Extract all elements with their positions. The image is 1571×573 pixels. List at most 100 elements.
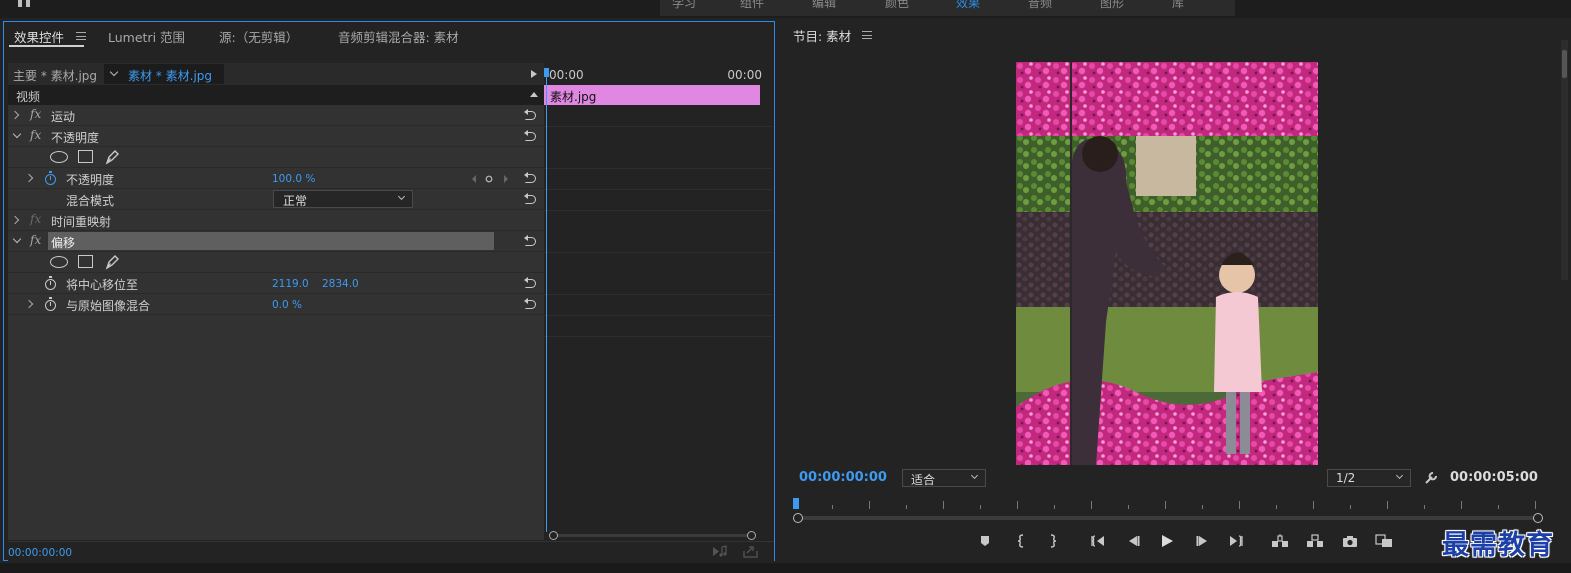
timeline-zoom-scrollbar[interactable]: [549, 531, 756, 540]
comparison-view-button[interactable]: [1373, 531, 1395, 551]
reset-icon[interactable]: [524, 276, 537, 289]
workspace-tab-libraries[interactable]: 库: [1172, 0, 1184, 11]
stopwatch-icon[interactable]: [45, 297, 56, 311]
fx-badge-icon[interactable]: fx: [30, 233, 41, 247]
program-monitor-scrollbar[interactable]: [1561, 40, 1568, 280]
reset-icon[interactable]: [524, 129, 537, 142]
playback-resolution-select[interactable]: 1/2: [1327, 469, 1411, 487]
step-back-button[interactable]: [1122, 531, 1144, 551]
scroll-handle-right[interactable]: [747, 531, 756, 540]
pen-mask-icon[interactable]: [104, 254, 120, 270]
play-only-clip-audio-icon[interactable]: [531, 70, 537, 78]
workspace-tab-editing[interactable]: 编辑: [812, 0, 836, 11]
expand-chevron-icon[interactable]: [10, 215, 20, 225]
keyframe-navigator[interactable]: [470, 174, 512, 184]
program-monitor-title[interactable]: 节目: 素材: [793, 26, 851, 45]
scroll-handle-left[interactable]: [549, 531, 558, 540]
pen-mask-icon[interactable]: [104, 149, 120, 165]
reset-icon[interactable]: [524, 297, 537, 310]
workspace-tab-effects[interactable]: 效果: [956, 0, 980, 11]
blend-with-original-value[interactable]: 0.0 %: [272, 299, 302, 311]
reset-icon[interactable]: [524, 234, 537, 247]
video-section-header[interactable]: 视频: [8, 85, 544, 105]
workspace-tab-assembly[interactable]: 组件: [740, 0, 764, 11]
go-to-out-icon: [1230, 535, 1243, 547]
play-audio-icon[interactable]: [712, 545, 728, 558]
footer-timecode[interactable]: 00:00:00:00: [8, 547, 72, 559]
export-frame-button[interactable]: [1339, 531, 1361, 551]
play-button[interactable]: [1156, 531, 1178, 551]
current-timecode[interactable]: 00:00:00:00: [799, 470, 887, 485]
go-to-in-button[interactable]: [1087, 531, 1109, 551]
effect-controls-footer: 00:00:00:00: [8, 541, 774, 561]
program-zoom-scrollbar[interactable]: [793, 513, 1543, 523]
workspace-tab-color[interactable]: 颜色: [885, 0, 909, 11]
expand-chevron-icon[interactable]: [24, 299, 34, 309]
workspace-tab-learn[interactable]: 学习: [672, 0, 696, 11]
timeline-clip[interactable]: 素材.jpg: [544, 85, 760, 105]
rectangle-mask-icon[interactable]: [78, 255, 93, 268]
expand-chevron-icon[interactable]: [24, 173, 34, 183]
opacity-param-row: 不透明度 100.0 %: [8, 168, 544, 189]
opacity-value[interactable]: 100.0 %: [272, 173, 315, 185]
workspace-tab-audio[interactable]: 音频: [1028, 0, 1052, 11]
offset-mask-tools-row: [8, 252, 544, 273]
workspace-tab-graphics[interactable]: 图形: [1100, 0, 1124, 11]
panel-menu-icon[interactable]: [76, 32, 86, 40]
program-video-frame[interactable]: [1016, 62, 1318, 465]
export-icon[interactable]: [743, 545, 758, 558]
program-playhead[interactable]: [793, 498, 799, 509]
collapse-chevron-icon[interactable]: [12, 129, 22, 139]
reset-icon[interactable]: [524, 192, 537, 205]
tab-source[interactable]: 源:（无剪辑）: [219, 27, 298, 46]
wrench-settings-icon[interactable]: [1424, 470, 1439, 485]
lift-button[interactable]: [1269, 531, 1291, 551]
extract-button[interactable]: [1304, 531, 1326, 551]
fx-badge-icon[interactable]: fx: [30, 128, 41, 142]
tab-audio-clip-mixer[interactable]: 音频剪辑混合器: 素材: [338, 27, 459, 46]
stopwatch-icon[interactable]: [45, 276, 56, 290]
add-marker-button[interactable]: [974, 531, 996, 551]
master-clip-label[interactable]: 主要 * 素材.jpg: [13, 67, 97, 84]
fx-badge-icon[interactable]: fx: [30, 107, 41, 121]
expand-chevron-icon[interactable]: [10, 110, 20, 120]
scroll-handle-right[interactable]: [1533, 513, 1543, 523]
effect-controls-body: 主要 * 素材.jpg 素材 * 素材.jpg 视频 fx 运动 fx 不透明度: [8, 63, 544, 540]
zoom-level-select[interactable]: 适合: [902, 469, 986, 487]
compare-view-icon: [1375, 534, 1392, 547]
blend-mode-select[interactable]: 正常: [273, 190, 413, 208]
effect-opacity-label: 不透明度: [51, 131, 100, 145]
playhead-handle[interactable]: [544, 68, 549, 77]
sequence-clip-label[interactable]: 素材 * 素材.jpg: [128, 67, 212, 84]
effect-row-offset[interactable]: fx 偏移: [8, 231, 544, 252]
scroll-handle-left[interactable]: [793, 513, 803, 523]
row-divider: [544, 168, 772, 169]
tab-lumetri-scopes[interactable]: Lumetri 范围: [108, 27, 185, 46]
mark-out-button[interactable]: [1042, 531, 1064, 551]
app-grip-icon[interactable]: [18, 0, 36, 8]
panel-menu-icon[interactable]: [862, 31, 872, 39]
rectangle-mask-icon[interactable]: [78, 150, 93, 163]
tab-effect-controls[interactable]: 效果控件: [14, 27, 64, 46]
reset-icon[interactable]: [524, 171, 537, 184]
effect-row-time-remapping[interactable]: fx 时间重映射: [8, 210, 544, 231]
step-back-icon: [1129, 536, 1140, 546]
ellipse-mask-icon[interactable]: [50, 256, 68, 268]
step-forward-button[interactable]: [1192, 531, 1214, 551]
program-time-ruler[interactable]: [795, 495, 1541, 511]
mark-out-icon: [1050, 534, 1057, 548]
reset-icon[interactable]: [524, 108, 537, 121]
collapse-chevron-icon[interactable]: [12, 234, 22, 244]
duration-timecode: 00:00:05:00: [1450, 470, 1538, 485]
effect-row-motion[interactable]: fx 运动: [8, 105, 544, 126]
stopwatch-icon[interactable]: [45, 171, 56, 185]
time-ruler[interactable]: 00:00 00:00: [544, 63, 772, 85]
go-to-out-button[interactable]: [1225, 531, 1247, 551]
mark-in-button[interactable]: [1010, 531, 1032, 551]
ellipse-mask-icon[interactable]: [50, 151, 68, 163]
effect-row-opacity[interactable]: fx 不透明度: [8, 126, 544, 147]
shift-center-y-value[interactable]: 2834.0: [322, 278, 359, 290]
bottom-strip: [0, 563, 1571, 573]
shift-center-x-value[interactable]: 2119.0: [272, 278, 309, 290]
collapse-up-icon[interactable]: [530, 92, 538, 97]
